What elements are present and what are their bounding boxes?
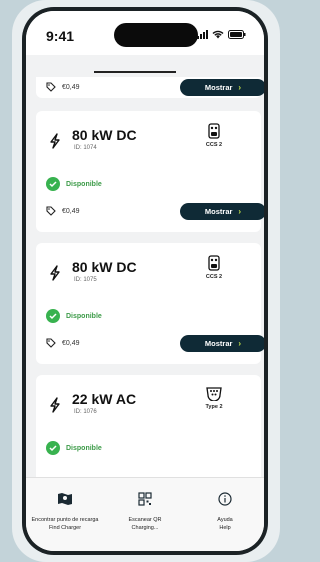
availability-status: Disponible (46, 309, 102, 323)
signal-icon (197, 30, 208, 39)
tab-bar: Encontrar punto de recarga Find Charger … (26, 477, 264, 551)
connector-label: Type 2 (205, 404, 223, 410)
ccs2-connector-icon (208, 123, 220, 139)
charger-id: ID: 1075 (74, 277, 97, 283)
show-button[interactable]: Mostrar › (180, 79, 264, 96)
charger-card[interactable]: 22 kW AC ID: 1076 Type 2 Disponible (36, 375, 261, 477)
availability-status: Disponible (46, 177, 102, 191)
tab-sublabel: Charging... (131, 525, 159, 531)
price-tag-icon (46, 338, 56, 348)
charger-id: ID: 1076 (74, 409, 97, 415)
price-row: €0,49 (46, 206, 80, 216)
connector-info: Type 2 (194, 387, 234, 410)
show-button[interactable]: Mostrar › (180, 335, 264, 352)
tab-label: Escanear QR (128, 517, 162, 523)
ccs2-connector-icon (208, 255, 220, 271)
tab-help[interactable]: Ayuda Help (190, 492, 260, 532)
tab-sublabel: Find Charger (48, 525, 82, 531)
chevron-right-icon: › (238, 207, 242, 216)
price-row: €0,49 (46, 338, 80, 348)
availability-text: Disponible (66, 444, 102, 452)
price-row: €0,49 (46, 82, 80, 92)
charger-card[interactable]: 80 kW DC ID: 1074 CCS 2 Disponible €0,49… (36, 111, 264, 232)
tab-find-charger[interactable]: Encontrar punto de recarga Find Charger (30, 492, 100, 532)
availability-status: Disponible (46, 441, 102, 455)
phone-bezel: 9:41 €0,49 Mostrar › 80 kW DC ID: 1074 C… (22, 7, 268, 555)
show-button-label: Mostrar (204, 83, 233, 92)
price-tag-icon (46, 206, 56, 216)
show-button-label: Mostrar (204, 339, 233, 348)
show-button-label: Mostrar (204, 207, 233, 216)
charger-power-title: 80 kW DC (72, 127, 137, 143)
status-bar: 9:41 (26, 11, 264, 73)
lightning-icon (50, 397, 60, 413)
battery-icon (228, 30, 246, 39)
app-screen: 9:41 €0,49 Mostrar › 80 kW DC ID: 1074 C… (26, 11, 264, 551)
header-divider (94, 71, 176, 73)
chevron-right-icon: › (238, 339, 242, 348)
dynamic-island (114, 23, 198, 47)
availability-text: Disponible (66, 180, 102, 188)
check-circle-icon (46, 177, 60, 191)
type2-connector-icon (206, 387, 222, 401)
check-circle-icon (46, 309, 60, 323)
tab-scan-qr[interactable]: Escanear QR Charging... (110, 492, 180, 532)
chevron-right-icon: › (238, 83, 242, 92)
charger-power-title: 22 kW AC (72, 391, 137, 407)
tab-sublabel: Help (219, 525, 231, 531)
check-circle-icon (46, 441, 60, 455)
status-time: 9:41 (46, 28, 75, 44)
connector-info: CCS 2 (194, 255, 234, 280)
connector-label: CCS 2 (205, 142, 223, 148)
charger-power-title: 80 kW DC (72, 259, 137, 275)
price-text: €0,49 (62, 339, 80, 347)
charger-card: €0,49 Mostrar › (36, 77, 264, 98)
charger-card[interactable]: 80 kW DC ID: 1075 CCS 2 Disponible €0,49… (36, 243, 264, 364)
show-button[interactable]: Mostrar › (180, 203, 264, 220)
price-text: €0,49 (62, 207, 80, 215)
qr-code-icon (138, 492, 152, 506)
tab-label: Ayuda (217, 517, 233, 523)
availability-text: Disponible (66, 312, 102, 320)
info-icon (218, 492, 232, 506)
tab-label: Encontrar punto de recarga (31, 517, 99, 523)
lightning-icon (50, 133, 60, 149)
map-icon (58, 493, 72, 505)
charger-list[interactable]: €0,49 Mostrar › 80 kW DC ID: 1074 CCS 2 D… (26, 77, 264, 477)
connector-info: CCS 2 (194, 123, 234, 148)
charger-id: ID: 1074 (74, 145, 97, 151)
wifi-icon (212, 30, 224, 39)
connector-label: CCS 2 (205, 274, 223, 280)
price-text: €0,49 (62, 83, 80, 91)
status-icons (197, 30, 246, 39)
lightning-icon (50, 265, 60, 281)
price-tag-icon (46, 82, 56, 92)
